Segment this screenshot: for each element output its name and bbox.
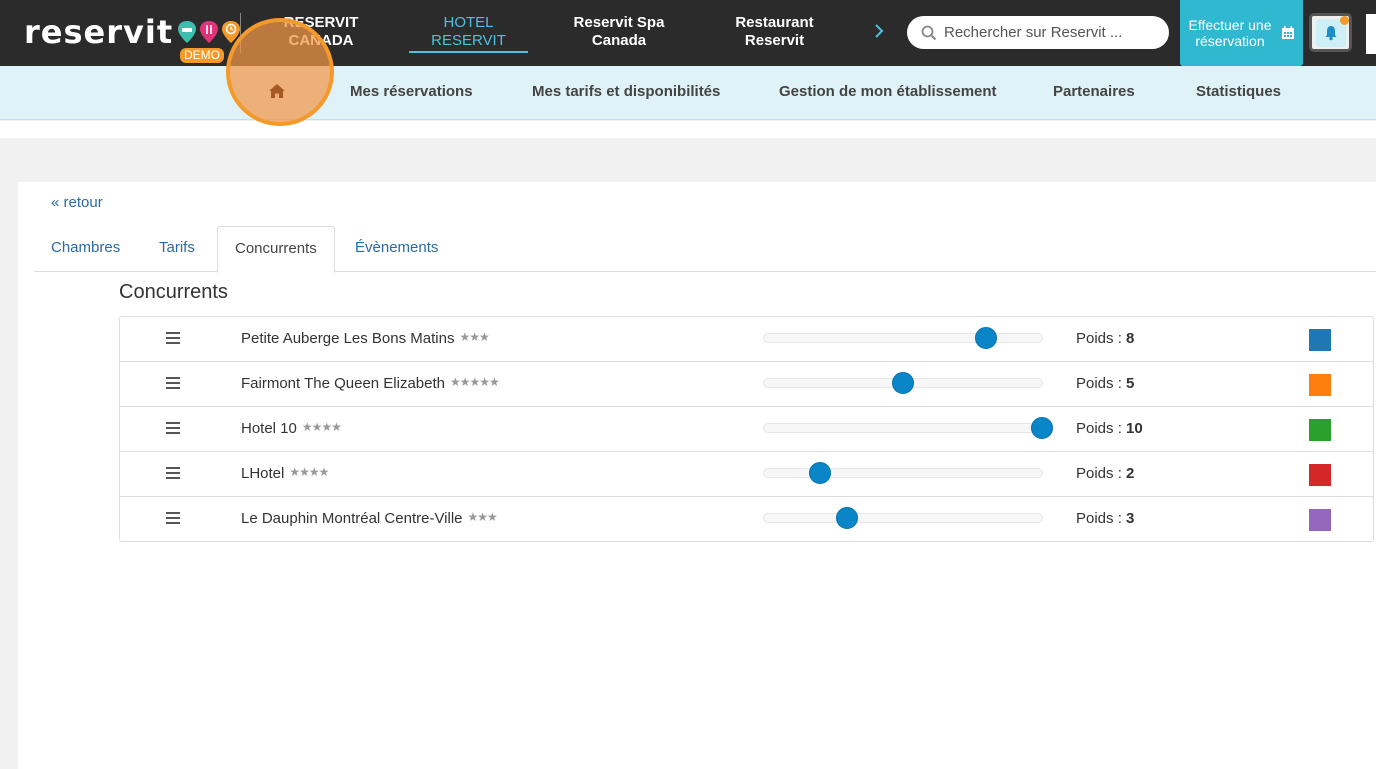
- weight-slider[interactable]: [763, 462, 1043, 484]
- weight-readout: Poids : 2: [1076, 465, 1134, 482]
- tab-tarifs[interactable]: Tarifs: [142, 226, 212, 272]
- drag-handle-icon[interactable]: [166, 512, 180, 524]
- weight-slider[interactable]: [763, 327, 1043, 349]
- color-swatch[interactable]: [1309, 374, 1331, 396]
- section-title: Concurrents: [119, 281, 228, 303]
- sub-navigation: Mes réservations Mes tarifs et disponibi…: [0, 66, 1376, 120]
- main-panel: « retour Chambres Tarifs Concurrents Évè…: [18, 182, 1376, 769]
- competitor-row: Hotel 10 ★★★★ Poids : 10: [120, 407, 1373, 452]
- weight-slider[interactable]: [763, 507, 1043, 529]
- bed-pin-icon: [178, 21, 197, 43]
- drag-handle-icon[interactable]: [166, 377, 180, 389]
- user-menu-edge[interactable]: [1366, 14, 1376, 54]
- weight-value: 2: [1126, 465, 1135, 482]
- notification-dot: [1340, 16, 1349, 25]
- drag-handle-icon[interactable]: [166, 332, 180, 344]
- star-rating: ★★★★: [289, 464, 329, 479]
- weight-value: 3: [1126, 510, 1135, 527]
- weight-label: Poids :: [1076, 330, 1122, 347]
- notifications-button[interactable]: [1309, 13, 1352, 52]
- competitor-row: LHotel ★★★★ Poids : 2: [120, 452, 1373, 497]
- weight-label: Poids :: [1076, 420, 1122, 437]
- competitor-name: Petite Auberge Les Bons Matins: [241, 330, 455, 347]
- weight-label: Poids :: [1076, 375, 1122, 392]
- competitor-row: Le Dauphin Montréal Centre-Ville ★★★ Poid…: [120, 497, 1373, 541]
- weight-readout: Poids : 5: [1076, 375, 1134, 392]
- calendar-icon: [1282, 26, 1294, 39]
- color-swatch[interactable]: [1309, 464, 1331, 486]
- tab-concurrents[interactable]: Concurrents: [217, 226, 335, 273]
- color-swatch[interactable]: [1309, 419, 1331, 441]
- logo-pins: [177, 20, 241, 44]
- tab-bar: Chambres Tarifs Concurrents Évènements: [34, 226, 1376, 273]
- weight-readout: Poids : 3: [1076, 510, 1134, 527]
- drag-handle-icon[interactable]: [166, 467, 180, 479]
- competitor-name-wrap: Le Dauphin Montréal Centre-Ville ★★★: [241, 509, 498, 528]
- back-link[interactable]: « retour: [51, 194, 103, 211]
- color-swatch[interactable]: [1309, 509, 1331, 531]
- star-rating: ★★★: [467, 509, 498, 524]
- subnav-item-partners[interactable]: Partenaires: [1053, 83, 1135, 100]
- competitor-name: Le Dauphin Montréal Centre-Ville: [241, 510, 463, 527]
- weight-value: 10: [1126, 420, 1143, 437]
- search-input[interactable]: Rechercher sur Reservit ...: [907, 16, 1169, 49]
- competitor-name-wrap: Fairmont The Queen Elizabeth ★★★★★: [241, 374, 500, 393]
- star-rating: ★★★★: [301, 419, 342, 434]
- top-tab-hotel-reservit[interactable]: HOTEL RESERVIT: [409, 14, 528, 53]
- slider-thumb[interactable]: [808, 462, 831, 484]
- slider-thumb[interactable]: [836, 507, 859, 529]
- star-rating: ★★★: [459, 329, 489, 344]
- page-header-strip: [0, 121, 1376, 138]
- reservit-logo[interactable]: reservit: [24, 14, 241, 50]
- weight-readout: Poids : 10: [1076, 420, 1143, 437]
- competitor-name: Fairmont The Queen Elizabeth: [241, 375, 446, 392]
- top-tab-reservit-spa[interactable]: Reservit Spa Canada: [563, 14, 675, 50]
- subnav-item-rates-availability[interactable]: Mes tarifs et disponibilités: [532, 83, 720, 100]
- competitor-row: Fairmont The Queen Elizabeth ★★★★★ Poids …: [120, 362, 1373, 407]
- slider-thumb[interactable]: [975, 327, 998, 349]
- competitor-name-wrap: LHotel ★★★★: [241, 464, 329, 483]
- tab-evenements[interactable]: Évènements: [338, 226, 455, 272]
- home-icon[interactable]: [268, 83, 286, 99]
- demo-badge: DEMO: [180, 48, 224, 63]
- competitor-row: Petite Auberge Les Bons Matins ★★★ Poids …: [120, 317, 1373, 362]
- competitor-name: LHotel: [241, 465, 285, 482]
- weight-value: 8: [1126, 330, 1135, 347]
- competitor-name: Hotel 10: [241, 420, 297, 437]
- weight-readout: Poids : 8: [1076, 330, 1134, 347]
- click-highlight: [226, 18, 334, 126]
- weight-slider[interactable]: [763, 372, 1043, 394]
- fork-knife-pin-icon: [200, 21, 219, 43]
- top-bar: reservit DEMO RESERVIT CANADA HOTEL RESE…: [0, 0, 1376, 66]
- tab-chambres[interactable]: Chambres: [34, 226, 137, 272]
- top-tab-restaurant-reservit[interactable]: Restaurant Reservit: [724, 14, 825, 50]
- competitor-name-wrap: Hotel 10 ★★★★: [241, 419, 342, 438]
- subnav-item-reservations[interactable]: Mes réservations: [350, 83, 473, 100]
- weight-label: Poids :: [1076, 465, 1122, 482]
- drag-handle-icon[interactable]: [166, 422, 180, 434]
- make-reservation-button[interactable]: Effectuer une réservation: [1180, 0, 1303, 66]
- subnav-item-statistics[interactable]: Statistiques: [1196, 83, 1281, 100]
- color-swatch[interactable]: [1309, 329, 1331, 351]
- weight-slider[interactable]: [763, 417, 1053, 439]
- subnav-item-property-management[interactable]: Gestion de mon établissement: [779, 83, 997, 100]
- search-icon: [921, 25, 937, 40]
- slider-thumb[interactable]: [1031, 417, 1053, 439]
- search-placeholder: Rechercher sur Reservit ...: [944, 24, 1123, 41]
- competitor-name-wrap: Petite Auberge Les Bons Matins ★★★: [241, 329, 490, 348]
- star-rating: ★★★★★: [450, 374, 500, 389]
- bell-icon: [1325, 25, 1336, 40]
- make-reservation-label: Effectuer une réservation: [1188, 17, 1272, 49]
- weight-label: Poids :: [1076, 510, 1122, 527]
- competitor-list: Petite Auberge Les Bons Matins ★★★ Poids …: [119, 316, 1374, 542]
- logo-text: reservit: [24, 13, 174, 51]
- slider-thumb[interactable]: [892, 372, 914, 394]
- weight-value: 5: [1126, 375, 1135, 392]
- chevron-right-icon[interactable]: [871, 18, 887, 44]
